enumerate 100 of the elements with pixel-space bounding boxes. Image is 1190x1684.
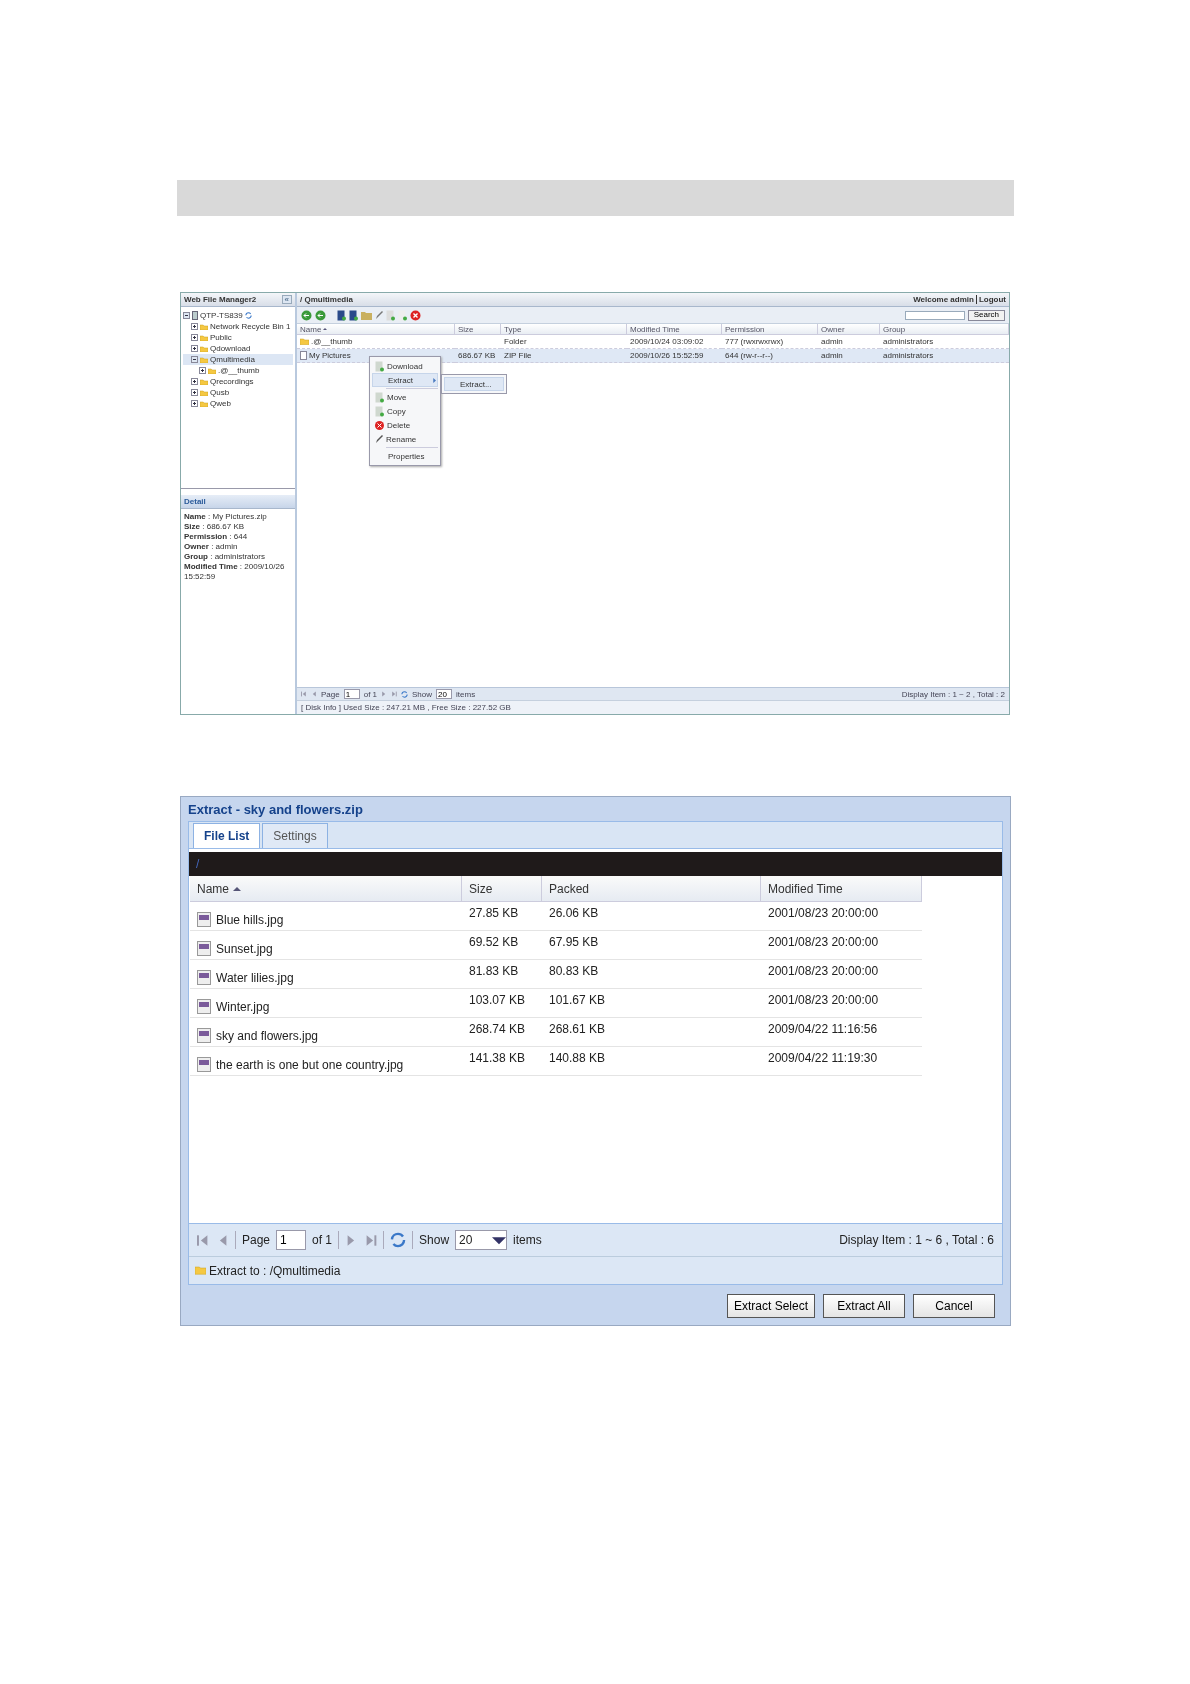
- file-name-cell: the earth is one but one country.jpg: [190, 1047, 462, 1076]
- expand-icon[interactable]: [191, 334, 198, 341]
- back-button[interactable]: [301, 309, 312, 321]
- page-count: of 1: [312, 1233, 333, 1247]
- tree-item[interactable]: Qdownload: [183, 343, 293, 354]
- table-cell: 268.74 KB: [462, 1018, 542, 1047]
- logout-link[interactable]: Logout: [975, 295, 1006, 304]
- back-arrow-icon: [301, 309, 312, 321]
- file-name-cell: Water lilies.jpg: [190, 960, 462, 989]
- detail-field: Modified Time : 2009/10/26 15:52:59: [184, 562, 292, 582]
- page-field[interactable]: 1: [276, 1230, 307, 1250]
- column-header[interactable]: Permission: [722, 324, 818, 335]
- toolbar-button[interactable]: [337, 309, 346, 321]
- rename-button[interactable]: [375, 310, 383, 320]
- tree-item[interactable]: Network Recycle Bin 1: [183, 321, 293, 332]
- expand-icon[interactable]: [199, 367, 206, 374]
- expand-icon[interactable]: [191, 389, 198, 396]
- show-label: Show: [419, 1233, 450, 1247]
- collapse-button[interactable]: «: [281, 295, 292, 304]
- column-header[interactable]: Name: [190, 876, 462, 902]
- column-header[interactable]: Size: [462, 876, 542, 902]
- file-name-cell: Blue hills.jpg: [190, 902, 462, 931]
- extract-all-button[interactable]: Extract All: [823, 1294, 905, 1318]
- toolbar-button[interactable]: [349, 309, 358, 321]
- tree-item[interactable]: Public: [183, 332, 293, 343]
- menu-item[interactable]: Extract...: [444, 377, 504, 391]
- collapse-icon[interactable]: [191, 356, 198, 363]
- display-count: Display Item : 1 ~ 2 , Total : 2: [901, 689, 1005, 699]
- collapse-icon[interactable]: [183, 312, 190, 319]
- table-cell: 103.07 KB: [462, 989, 542, 1018]
- column-header[interactable]: Packed: [542, 876, 761, 902]
- sort-arrow-icon: [323, 327, 328, 331]
- first-page-icon: [197, 1233, 210, 1247]
- table-cell: ZIP File: [501, 349, 627, 363]
- table-cell: 2001/08/23 20:00:00: [761, 931, 922, 960]
- search-field[interactable]: [904, 310, 965, 320]
- detail-title: Detail: [184, 497, 206, 506]
- column-header[interactable]: Owner: [818, 324, 880, 335]
- display-count: Display Item : 1 ~ 6 , Total : 6: [839, 1233, 994, 1247]
- last-page-icon: [391, 691, 398, 697]
- pencil-icon: [375, 434, 383, 444]
- table-cell: 141.38 KB: [462, 1047, 542, 1076]
- cancel-button[interactable]: Cancel: [913, 1294, 995, 1318]
- menu-item[interactable]: Move: [372, 390, 438, 404]
- column-header[interactable]: Group: [880, 324, 1009, 335]
- table-cell: 101.67 KB: [542, 989, 761, 1018]
- tree-item[interactable]: Qrecordings: [183, 376, 293, 387]
- tree-item[interactable]: .@__thumb: [183, 365, 293, 376]
- expand-icon[interactable]: [191, 323, 198, 330]
- column-header[interactable]: Size: [455, 324, 501, 335]
- app-title: Web File Manager2: [184, 295, 257, 304]
- page-size-field[interactable]: 20: [436, 689, 453, 699]
- column-header[interactable]: Name: [297, 324, 455, 335]
- menu-item[interactable]: Delete: [372, 418, 438, 432]
- copy-button[interactable]: [386, 309, 395, 321]
- tree-item[interactable]: Qweb: [183, 398, 293, 409]
- disk-info: [ Disk Info ] Used Size : 247.21 MB , Free Size : 227.52 GB: [301, 703, 511, 712]
- column-header[interactable]: Modified Time: [761, 876, 922, 902]
- last-page-icon: [364, 1233, 378, 1247]
- welcome-text: Welcome admin: [913, 295, 974, 304]
- sort-arrow-icon: [233, 884, 241, 893]
- folder-icon: [195, 1266, 206, 1275]
- image-file-icon: [197, 912, 211, 927]
- delete-button[interactable]: [410, 309, 421, 321]
- column-header[interactable]: Type: [501, 324, 627, 335]
- expand-icon[interactable]: [191, 378, 198, 385]
- tree-item[interactable]: Qmultimedia: [183, 354, 293, 365]
- detail-field: Group : administrators: [184, 552, 292, 562]
- search-button[interactable]: Search: [967, 309, 1005, 321]
- menu-item[interactable]: Properties: [372, 449, 438, 463]
- page-label: Page: [242, 1233, 271, 1247]
- detail-field: Name : My Pictures.zip: [184, 512, 292, 522]
- column-header[interactable]: Modified Time: [627, 324, 722, 335]
- page-count: of 1: [363, 689, 378, 699]
- menu-item[interactable]: Extract: [372, 373, 438, 387]
- previous-page-icon: [311, 691, 317, 697]
- submenu-arrow-icon: [432, 377, 437, 383]
- folder-icon: [300, 338, 309, 345]
- expand-icon[interactable]: [191, 400, 198, 407]
- expand-icon[interactable]: [191, 345, 198, 352]
- tree-item[interactable]: QTP-TS839: [183, 310, 293, 321]
- tree-item[interactable]: Qusb: [183, 387, 293, 398]
- tab[interactable]: File List: [193, 823, 261, 848]
- table-cell: 140.88 KB: [542, 1047, 761, 1076]
- page-size-select[interactable]: 20: [455, 1230, 508, 1250]
- menu-item[interactable]: Copy: [372, 404, 438, 418]
- dialog-title: Extract - sky and flowers.zip: [188, 801, 363, 817]
- page-field[interactable]: 1: [343, 689, 360, 699]
- detail-field: Size : 686.67 KB: [184, 522, 292, 532]
- menu-item[interactable]: Rename: [372, 432, 438, 446]
- file-name-cell: sky and flowers.jpg: [190, 1018, 462, 1047]
- extract-select-button[interactable]: Extract Select: [726, 1294, 815, 1318]
- tab[interactable]: Settings: [262, 823, 328, 848]
- file-name-cell: Sunset.jpg: [190, 931, 462, 960]
- page-icon: [375, 405, 384, 417]
- page-icon: [337, 309, 346, 321]
- table-cell: 2009/04/22 11:19:30: [761, 1047, 922, 1076]
- server-icon: [192, 311, 198, 320]
- table-cell: 27.85 KB: [462, 902, 542, 931]
- items-label: items: [456, 689, 476, 699]
